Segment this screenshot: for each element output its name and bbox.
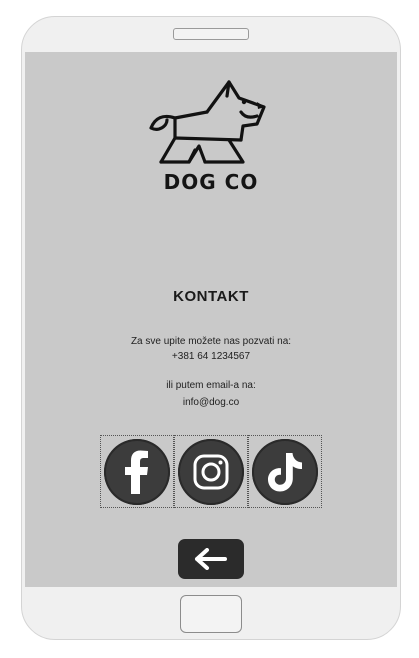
- email-intro-text: ili putem email-a na:: [166, 380, 256, 391]
- instagram-icon: [193, 454, 229, 489]
- phone-intro-text: Za sve upite možete nas pozvati na:: [130, 336, 292, 347]
- brand-name: DOG CO: [163, 170, 259, 194]
- page-title: KONTAKT: [173, 288, 249, 305]
- instagram-link[interactable]: [174, 435, 248, 508]
- tiktok-button[interactable]: [252, 438, 318, 505]
- home-button[interactable]: [180, 595, 242, 633]
- phone-speaker: [173, 28, 249, 40]
- facebook-button[interactable]: [104, 438, 170, 505]
- instagram-button[interactable]: [178, 438, 244, 505]
- back-button[interactable]: [178, 539, 244, 579]
- facebook-icon: [125, 450, 148, 494]
- phone-screen: DOG CO KONTAKT Za sve upite možete nas p…: [25, 52, 397, 587]
- email-address[interactable]: info@dog.co: [25, 397, 397, 408]
- phone-number[interactable]: +381 64 1234567: [25, 351, 397, 362]
- social-links: [100, 435, 322, 508]
- arrow-left-icon: [195, 548, 227, 570]
- tiktok-icon: [268, 452, 302, 491]
- tiktok-link[interactable]: [248, 435, 322, 508]
- facebook-link[interactable]: [100, 435, 174, 508]
- dog-logo-icon: [149, 80, 266, 164]
